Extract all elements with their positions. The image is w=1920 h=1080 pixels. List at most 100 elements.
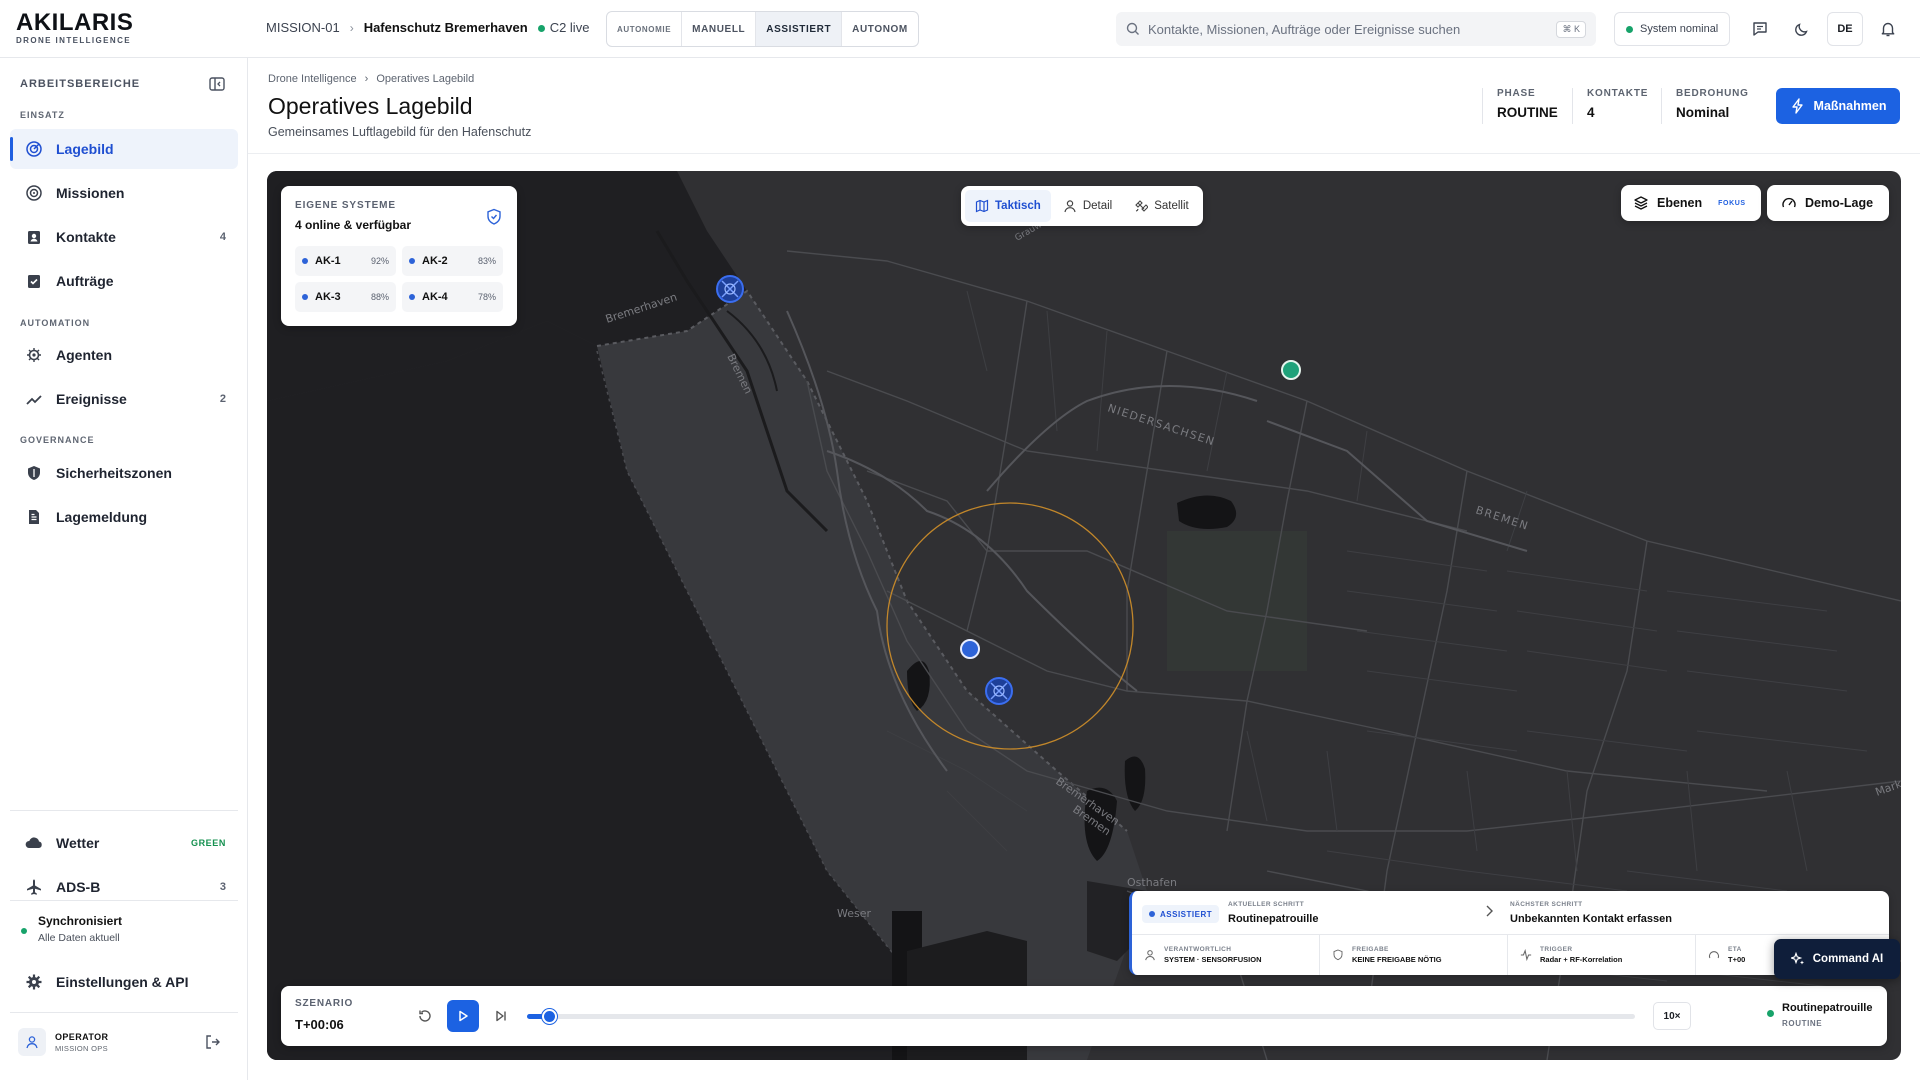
sidebar-item-kontakte[interactable]: Kontakte 4 [10,217,238,257]
messages-icon[interactable] [1745,14,1775,44]
map-label-weser: Weser [837,907,871,920]
contact-marker[interactable] [1281,360,1301,380]
map-label-mark: Mark [1874,777,1901,799]
map-icon [975,199,989,213]
layers-button[interactable]: Ebenen FOKUS [1621,185,1761,221]
demo-scenario-button[interactable]: Demo-Lage [1767,185,1889,221]
clipboard-check-icon [24,271,44,291]
mode-autonom[interactable]: AUTONOM [842,12,918,46]
document-icon [24,507,44,527]
step-mode-tag: ASSISTIERT [1142,905,1220,923]
cpu-icon [24,345,44,365]
sidebar-collapse-icon[interactable] [208,75,226,96]
language-button[interactable]: DE [1827,12,1863,46]
tactical-map[interactable]: Bremerhaven Bremen NIEDERSACHSEN BREMEN … [267,171,1901,1060]
playback-speed-button[interactable]: 10× [1653,1002,1691,1030]
brand-name: AKILARIS [16,9,134,36]
top-bar: AKILARIS DRONE INTELLIGENCE MISSION-01 ›… [0,0,1920,58]
brand-tagline: DRONE INTELLIGENCE [16,36,131,45]
stat-value: Nominal [1676,105,1730,120]
detail-key: VERANTWORTLICH [1164,946,1232,953]
view-tab-detail[interactable]: Detail [1053,190,1122,222]
sidebar-item-agenten[interactable]: Agenten [10,335,238,375]
stat-bedrohung: BEDROHUNG Nominal [1661,88,1749,124]
play-button[interactable] [447,1000,479,1032]
status-dot-icon [302,258,308,264]
mode-assistiert[interactable]: ASSISTIERT [756,12,843,46]
detail-value: SYSTEM · SENSORFUSION [1164,955,1262,964]
own-drone-marker[interactable] [985,677,1013,705]
weather-status-badge: GREEN [190,838,226,848]
gauge-icon [1708,951,1720,959]
command-ai-button[interactable]: Command AI [1774,939,1900,979]
shield-check-icon [1333,949,1343,961]
reset-button[interactable] [409,1000,441,1032]
logo[interactable]: AKILARIS DRONE INTELLIGENCE [16,9,134,46]
drone-battery: 78% [477,292,496,302]
mode-manuell[interactable]: MANUELL [682,12,757,46]
status-dot-icon [409,294,415,300]
timeline-slider[interactable] [527,1009,1635,1024]
own-systems-heading: EIGENE SYSTEME [295,200,396,211]
drone-ak-4[interactable]: AK-4 78% [402,282,503,312]
mission-id[interactable]: MISSION-01 [266,20,340,35]
current-step-key: AKTUELLER SCHRITT [1228,901,1305,908]
sidebar-item-label: Ereignisse [56,391,127,407]
sidebar-item-sicherheitszonen[interactable]: Sicherheitszonen [10,453,238,493]
sidebar-item-wetter[interactable]: Wetter GREEN [10,823,238,863]
view-tab-taktisch[interactable]: Taktisch [965,190,1051,222]
sidebar-item-auftraege[interactable]: Aufträge [10,261,238,301]
view-tab-satellit[interactable]: Satellit [1124,190,1199,222]
sidebar-item-adsb[interactable]: ADS-B 3 [10,867,238,907]
sidebar-heading: ARBEITSBEREICHE [20,78,141,90]
layers-focus-tag: FOKUS [1718,199,1746,207]
drone-id: AK-2 [422,255,448,267]
trend-icon [24,389,44,409]
operator-profile[interactable]: OPERATOR MISSION OPS [18,1028,108,1056]
timeline-handle[interactable] [542,1009,558,1024]
measures-button[interactable]: Maßnahmen [1776,88,1900,124]
mission-location[interactable]: Hafenschutz Bremerhaven [364,20,528,35]
sidebar-item-label: Lagebild [56,141,114,157]
drone-ak-2[interactable]: AK-2 83% [402,246,503,276]
sidebar-item-lagebild[interactable]: Lagebild [10,129,238,169]
skip-forward-button[interactable] [485,1000,517,1032]
logout-icon[interactable] [204,1033,222,1054]
next-step-value: Unbekannten Kontakt erfassen [1510,913,1672,925]
drone-ak-3[interactable]: AK-3 88% [295,282,396,312]
satellite-icon [1135,200,1149,212]
step-mode-label: ASSISTIERT [1160,909,1213,919]
bell-icon[interactable] [1873,14,1903,44]
chevron-right-icon: › [364,73,369,85]
sidebar-divider [10,900,238,901]
system-status-badge[interactable]: System nominal [1614,12,1731,46]
map-label-niedersachsen: NIEDERSACHSEN [1106,401,1217,448]
chevron-right-icon[interactable] [1484,904,1494,921]
stat-phase: PHASE ROUTINE [1482,88,1558,124]
own-systems-panel: EIGENE SYSTEME 4 online & verfügbar AK-1… [281,186,517,326]
sidebar-item-lagemeldung[interactable]: Lagemeldung [10,497,238,537]
drone-ak-1[interactable]: AK-1 92% [295,246,396,276]
sidebar-item-label: Wetter [56,835,100,851]
breadcrumb-current: Operatives Lagebild [376,73,475,85]
sidebar-item-label: Aufträge [56,273,114,289]
status-dot-icon [537,25,545,32]
operator-unit: MISSION OPS [55,1043,108,1053]
detail-key: ETA [1728,946,1742,953]
sidebar-item-settings[interactable]: Einstellungen & API [10,962,238,1002]
contact-marker[interactable] [960,639,980,659]
drone-battery: 83% [477,256,496,266]
status-dot-icon [302,294,308,300]
sidebar: ARBEITSBEREICHE EINSATZ Lagebild Mission… [0,58,248,1080]
sidebar-item-ereignisse[interactable]: Ereignisse 2 [10,379,238,419]
sidebar-item-missionen[interactable]: Missionen [10,173,238,213]
step-detail-trigger: TRIGGER Radar + RF-Korrelation [1508,935,1696,975]
radar-icon [24,139,44,159]
global-search-input[interactable]: Kontakte, Missionen, Aufträge oder Ereig… [1116,12,1596,46]
breadcrumb-root[interactable]: Drone Intelligence [268,73,357,85]
current-step-value: Routinepatrouille [1228,913,1319,925]
dark-mode-icon[interactable] [1787,14,1817,44]
map-view-switcher: Taktisch Detail Satellit [961,186,1203,226]
step-summary-row: ASSISTIERT AKTUELLER SCHRITT Routinepatr… [1132,891,1889,935]
own-drone-marker[interactable] [716,275,744,303]
